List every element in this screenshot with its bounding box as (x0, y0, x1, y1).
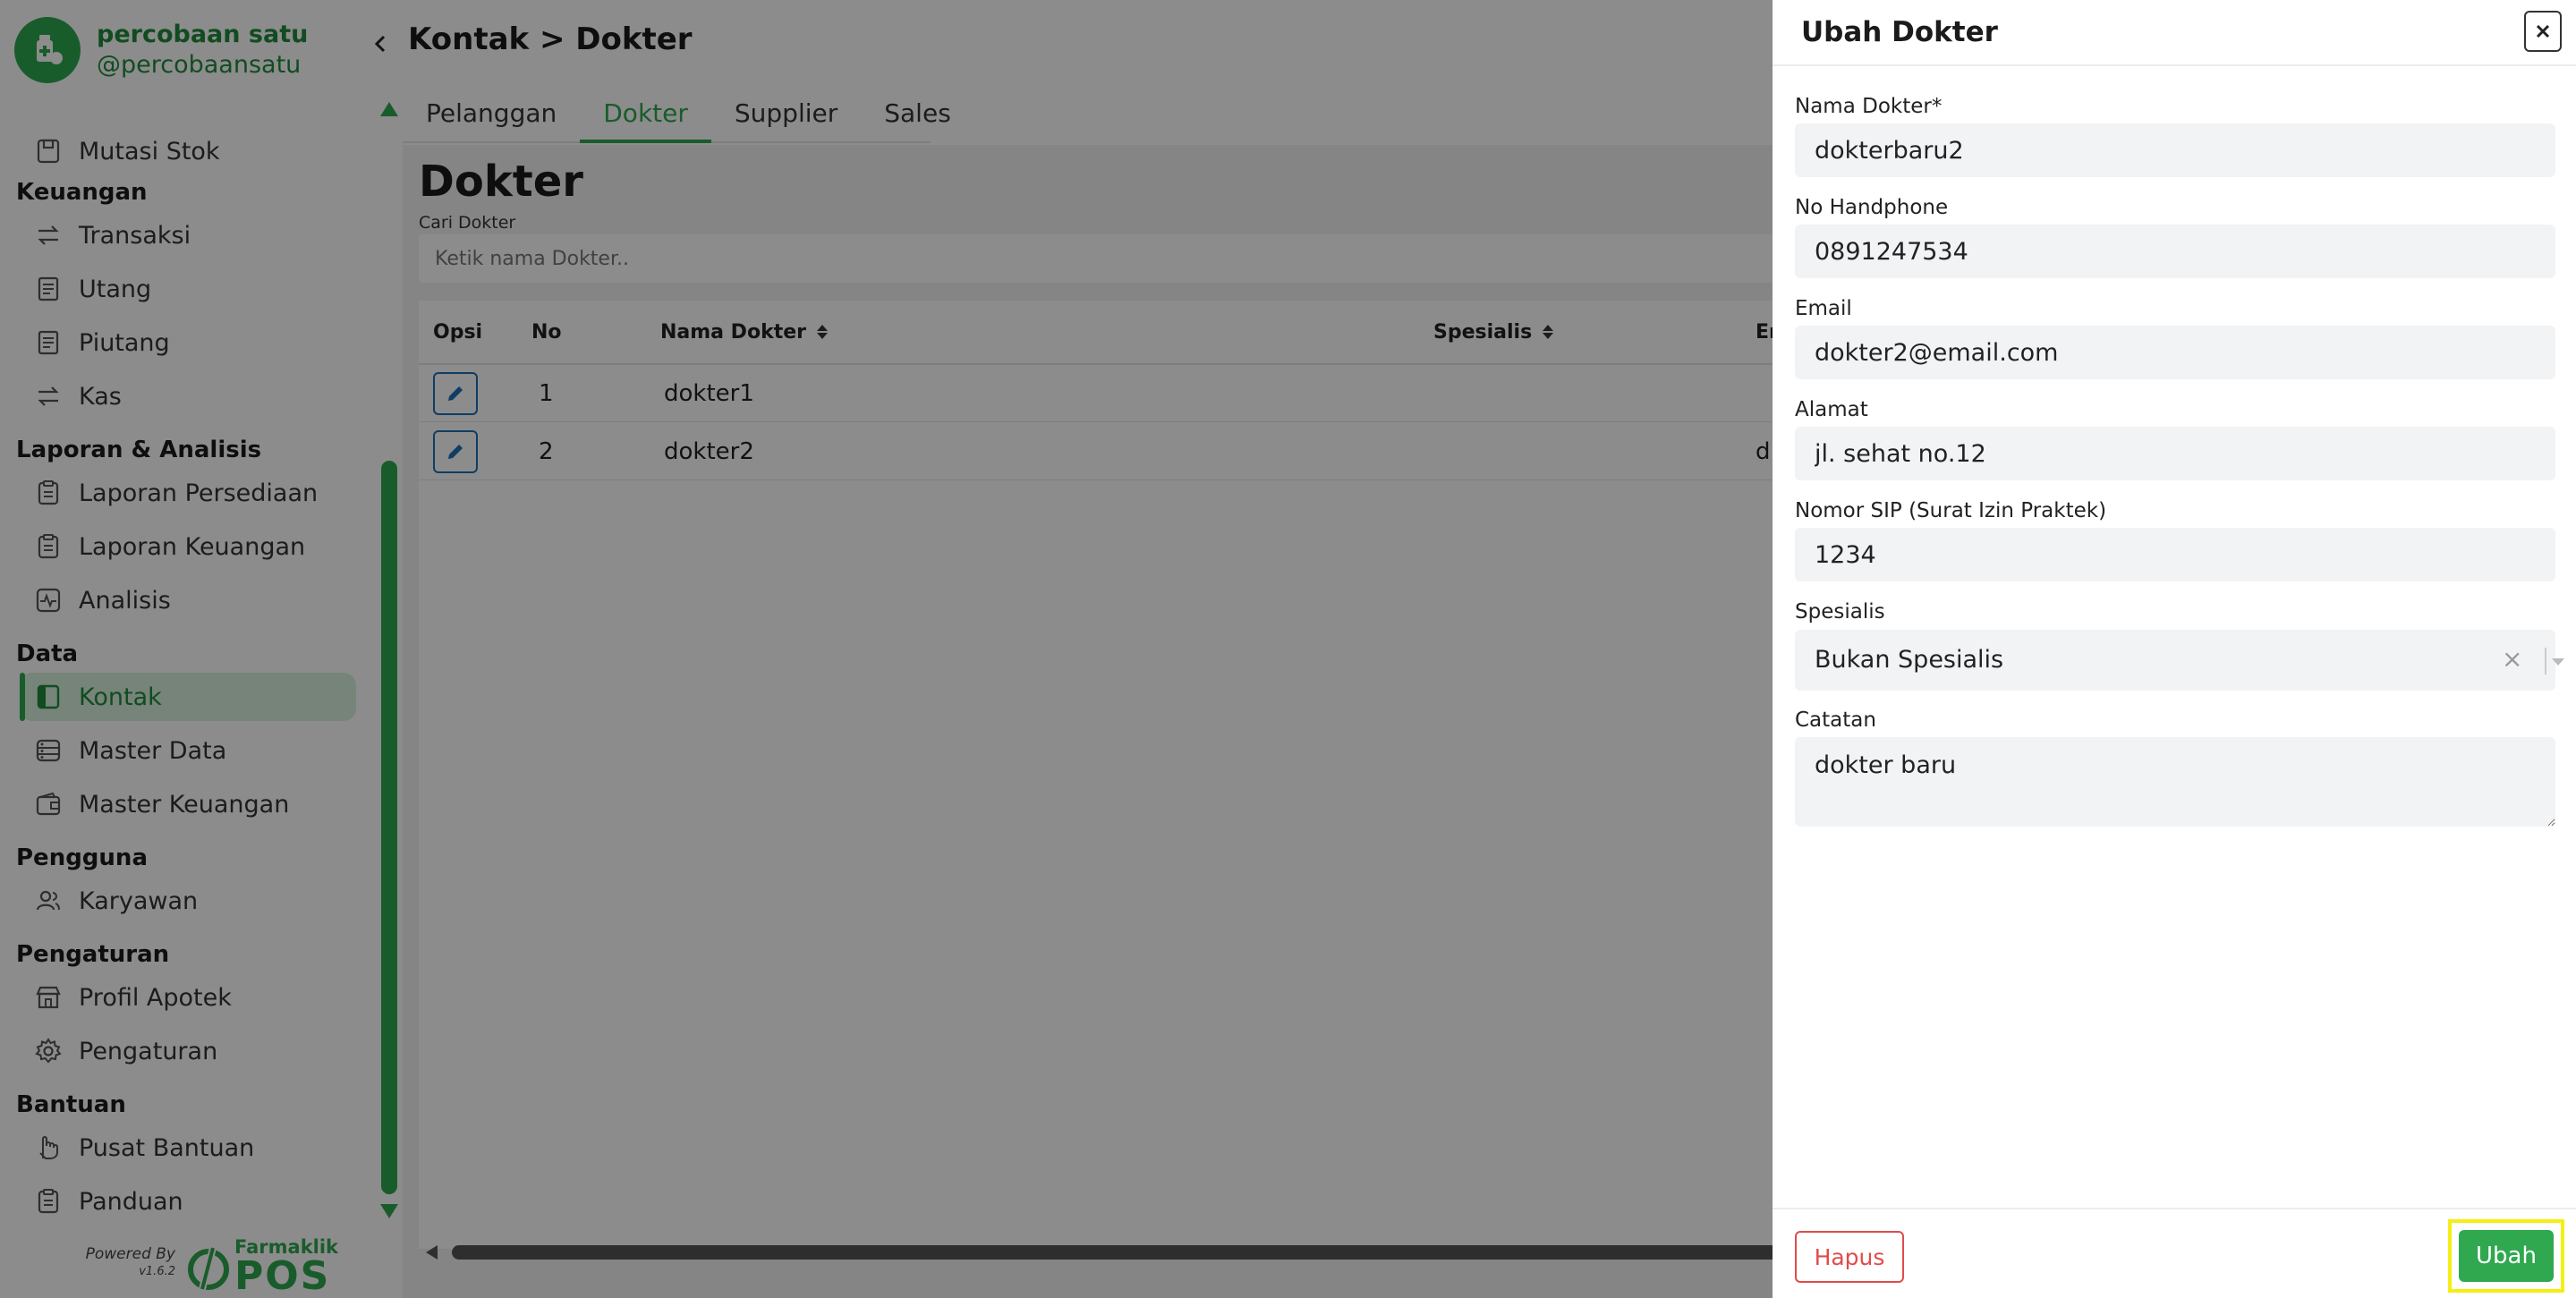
spesialis-label: Spesialis (1795, 600, 1885, 624)
drawer-header: Ubah Dokter (1773, 0, 2576, 66)
edit-doctor-drawer: Ubah Dokter Nama Dokter* No Handphone Em… (1773, 0, 2576, 1298)
nama-dokter-input[interactable] (1795, 123, 2555, 177)
catatan-textarea[interactable]: dokter baru (1795, 737, 2555, 827)
alamat-label: Alamat (1795, 398, 1868, 421)
spesialis-select[interactable]: Bukan Spesialis × (1795, 630, 2564, 691)
spesialis-selected-value: Bukan Spesialis (1815, 646, 2004, 674)
nomor-sip-label: Nomor SIP (Surat Izin Praktek) (1795, 499, 2107, 522)
select-separator (2545, 648, 2546, 674)
email-label: Email (1795, 297, 1852, 320)
clear-icon[interactable]: × (2502, 646, 2522, 673)
no-handphone-label: No Handphone (1795, 196, 1949, 219)
alamat-input[interactable] (1795, 427, 2555, 480)
drawer-title: Ubah Dokter (1801, 16, 1998, 48)
submit-button[interactable]: Ubah (2459, 1230, 2554, 1282)
nomor-sip-input[interactable] (1795, 528, 2555, 581)
drawer-footer-divider (1773, 1208, 2576, 1209)
no-handphone-input[interactable] (1795, 225, 2555, 278)
delete-button[interactable]: Hapus (1795, 1231, 1904, 1283)
chevron-down-icon[interactable] (2552, 658, 2564, 666)
catatan-label: Catatan (1795, 708, 1876, 732)
close-icon (2536, 24, 2550, 38)
submit-highlight: Ubah (2448, 1219, 2564, 1293)
email-input[interactable] (1795, 326, 2555, 379)
nama-dokter-label: Nama Dokter* (1795, 95, 1943, 118)
close-button[interactable] (2524, 11, 2562, 52)
